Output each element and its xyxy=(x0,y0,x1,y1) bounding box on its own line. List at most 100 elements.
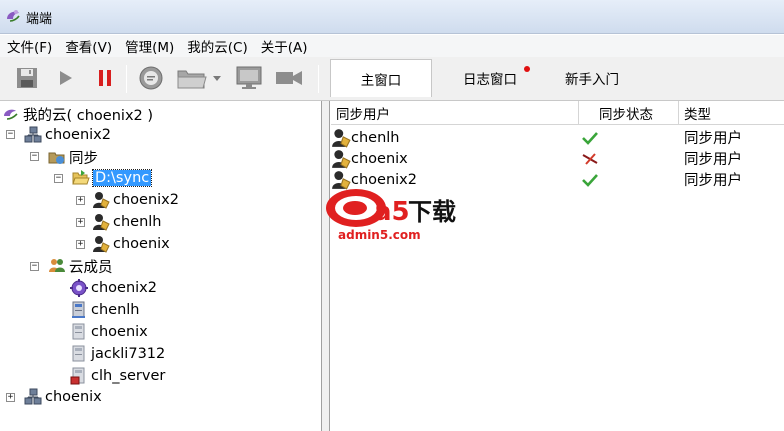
tab-getting-started[interactable]: 新手入门 xyxy=(542,59,642,97)
notification-badge xyxy=(524,66,530,72)
menu-file[interactable]: 文件(F) xyxy=(4,36,55,56)
chat-icon xyxy=(139,66,163,90)
monitor-button[interactable] xyxy=(234,63,264,93)
tab-bar: 主窗口 日志窗口 新手入门 xyxy=(330,59,784,99)
tree-host-label: choenix2 xyxy=(45,127,111,143)
column-header-label: 类型 xyxy=(684,107,711,123)
a5-watermark-logo: a5 下载 admin5.com xyxy=(326,189,456,242)
tree-folder-user[interactable]: choenix xyxy=(92,234,170,254)
play-icon xyxy=(60,71,72,85)
table-row[interactable]: choenix 同步用户 xyxy=(331,148,784,169)
user-icon xyxy=(93,192,110,209)
tree-members-label: 云成员 xyxy=(69,259,113,276)
network-icon xyxy=(24,126,42,143)
tree-members-group[interactable]: 云成员 xyxy=(48,256,113,276)
tree-member[interactable]: jackli7312 xyxy=(70,344,165,364)
error-icon xyxy=(582,152,598,165)
column-header-status[interactable]: 同步状态 xyxy=(579,101,679,125)
watermark-cn: 下载 xyxy=(408,198,456,226)
cloud-tree[interactable]: 我的云( choenix2 ) − choenix2 − 同步 − D:\syn… xyxy=(0,101,322,431)
user-icon xyxy=(93,214,110,231)
tree-folder-user[interactable]: choenix2 xyxy=(92,190,179,210)
folder-icon xyxy=(177,70,207,89)
tree-member[interactable]: clh_server xyxy=(70,366,165,386)
menu-mycloud[interactable]: 我的云(C) xyxy=(184,36,250,56)
tree-member-label: choenix xyxy=(91,324,148,340)
user-name: choenix xyxy=(351,150,408,167)
save-button[interactable] xyxy=(12,63,42,93)
check-icon xyxy=(582,173,598,187)
tree-host-choenix[interactable]: choenix xyxy=(24,387,102,407)
computer-icon xyxy=(72,323,85,340)
tree-folder-user-label: choenix2 xyxy=(113,192,179,208)
column-header-type[interactable]: 类型 xyxy=(679,101,784,125)
tree-member-label: chenlh xyxy=(91,302,140,318)
tab-getting-started-label: 新手入门 xyxy=(565,72,619,88)
splitter[interactable] xyxy=(322,101,330,431)
computer-icon xyxy=(72,301,85,318)
expand-icon[interactable]: + xyxy=(76,240,85,249)
pause-icon xyxy=(99,70,111,86)
tree-member[interactable]: choenix2 xyxy=(70,278,157,298)
tab-main-window[interactable]: 主窗口 xyxy=(330,59,432,97)
tree-member[interactable]: chenlh xyxy=(70,300,140,320)
camera-button[interactable] xyxy=(274,63,304,93)
column-header-label: 同步用户 xyxy=(336,107,390,123)
members-icon xyxy=(49,259,65,272)
user-name: chenlh xyxy=(351,129,400,146)
type-cell: 同步用户 xyxy=(684,173,742,189)
user-icon xyxy=(332,128,351,148)
menu-about[interactable]: 关于(A) xyxy=(258,36,311,56)
menu-view[interactable]: 查看(V) xyxy=(62,36,115,56)
table-row[interactable]: chenlh 同步用户 xyxy=(331,127,784,148)
tree-root-label: 我的云( choenix2 ) xyxy=(23,107,154,124)
tab-log-window-label: 日志窗口 xyxy=(463,72,517,88)
save-icon xyxy=(17,68,37,88)
tree-root[interactable]: 我的云( choenix2 ) xyxy=(2,104,153,124)
tree-sync-label: 同步 xyxy=(69,150,98,167)
type-cell: 同步用户 xyxy=(684,152,742,168)
folder-button[interactable] xyxy=(172,63,212,93)
collapse-icon[interactable]: − xyxy=(30,262,39,271)
expand-icon[interactable]: + xyxy=(76,218,85,227)
tab-log-window[interactable]: 日志窗口 xyxy=(440,59,540,97)
tree-member-label: jackli7312 xyxy=(91,346,166,362)
tree-host-choenix2[interactable]: choenix2 xyxy=(24,125,111,145)
column-header-user[interactable]: 同步用户 xyxy=(331,101,579,125)
status-cell xyxy=(581,127,599,148)
folder-dropdown-button[interactable] xyxy=(210,63,224,93)
title-bar: 端端 xyxy=(0,0,784,34)
camera-icon xyxy=(276,71,302,85)
status-cell xyxy=(581,169,599,190)
play-button[interactable] xyxy=(50,63,80,93)
gear-computer-icon xyxy=(70,279,88,297)
tree-sync-group[interactable]: 同步 xyxy=(48,147,98,167)
watermark-brand: a5 xyxy=(374,197,410,227)
cloud-logo-icon xyxy=(4,109,18,120)
collapse-icon[interactable]: − xyxy=(6,130,15,139)
server-icon xyxy=(70,367,85,385)
tree-host-label: choenix xyxy=(45,389,102,405)
chevron-down-icon xyxy=(213,76,221,81)
tree-sync-folder[interactable]: D:\sync xyxy=(72,168,153,188)
chat-button[interactable] xyxy=(136,63,166,93)
user-icon xyxy=(332,149,351,169)
table-header: 同步用户 同步状态 类型 xyxy=(331,101,784,125)
collapse-icon[interactable]: − xyxy=(54,174,63,183)
monitor-icon xyxy=(236,66,262,89)
watermark-domain: admin5.com xyxy=(338,228,421,242)
toolbar-separator xyxy=(318,65,319,93)
tree-folder-user[interactable]: chenlh xyxy=(92,212,162,232)
expand-icon[interactable]: + xyxy=(76,196,85,205)
pause-button[interactable] xyxy=(90,63,120,93)
menu-manage[interactable]: 管理(M) xyxy=(122,36,177,56)
expand-icon[interactable]: + xyxy=(6,393,15,402)
tab-main-window-label: 主窗口 xyxy=(360,72,402,89)
open-folder-icon xyxy=(72,170,90,185)
tree-member[interactable]: choenix xyxy=(70,322,148,342)
column-header-label: 同步状态 xyxy=(599,107,653,123)
network-icon xyxy=(24,388,42,405)
user-icon xyxy=(93,236,110,253)
collapse-icon[interactable]: − xyxy=(30,152,39,161)
user-cell: choenix xyxy=(331,148,408,169)
